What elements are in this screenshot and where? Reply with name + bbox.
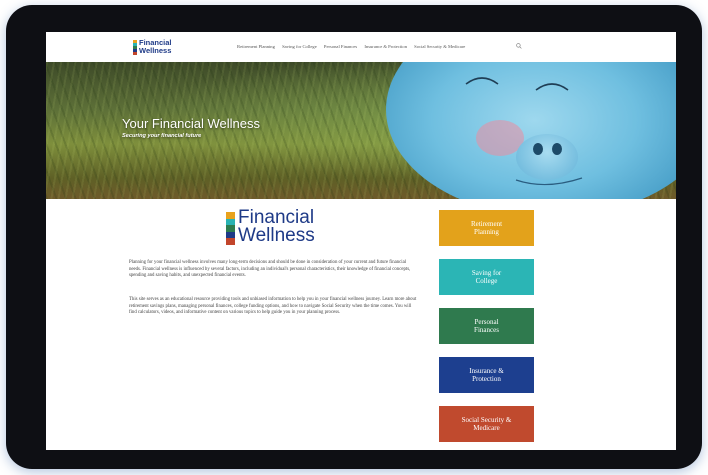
browser-screen: Financial Wellness Retirement Planning S… (46, 32, 676, 450)
personal-finances-button[interactable]: Personal Finances (439, 308, 534, 344)
logo-bar (226, 238, 235, 245)
logo-bar (226, 218, 235, 226)
hero-banner: Your Financial Wellness Securing your fi… (46, 62, 676, 199)
financial-wellness-logo: Financial Wellness (226, 208, 336, 250)
top-navigation: Financial Wellness Retirement Planning S… (46, 32, 676, 63)
social-security-medicare-button[interactable]: Social Security & Medicare (439, 406, 534, 442)
hero-title: Your Financial Wellness (122, 116, 261, 131)
logo-line2: Wellness (139, 46, 172, 55)
logo-text: Financial Wellness (139, 39, 172, 55)
logo-bar (226, 231, 235, 239)
logo-bar (226, 225, 235, 232)
intro-paragraph: Planning for your financial wellness inv… (129, 260, 411, 279)
hero-subtitle: Securing your financial future (122, 133, 202, 139)
logo-bar (133, 52, 137, 55)
logo-color-bars (133, 40, 137, 55)
insurance-protection-button[interactable]: Insurance & Protection (439, 357, 534, 393)
search-icon[interactable] (516, 43, 522, 49)
logo-bar (226, 212, 235, 219)
main-menu: Retirement Planning Saving for College P… (237, 44, 471, 49)
logo-wordmark: Financial Wellness (238, 208, 315, 246)
logo-color-bars (226, 212, 235, 245)
saving-for-college-button[interactable]: Saving for College (439, 259, 534, 295)
logo-line2: Wellness (238, 225, 315, 246)
nav-item-retirement-planning[interactable]: Retirement Planning (237, 44, 275, 49)
nav-item-saving-for-college[interactable]: Saving for College (282, 44, 317, 49)
nav-item-social-security-medicare[interactable]: Social Security & Medicare (414, 44, 465, 49)
tablet-frame: Financial Wellness Retirement Planning S… (6, 5, 702, 469)
retirement-planning-button[interactable]: Retirement Planning (439, 210, 534, 246)
site-logo[interactable]: Financial Wellness (133, 39, 193, 56)
nav-item-insurance-protection[interactable]: Insurance & Protection (364, 44, 407, 49)
nav-item-personal-finances[interactable]: Personal Finances (324, 44, 357, 49)
about-paragraph: This site serves as an educational resou… (129, 297, 417, 316)
